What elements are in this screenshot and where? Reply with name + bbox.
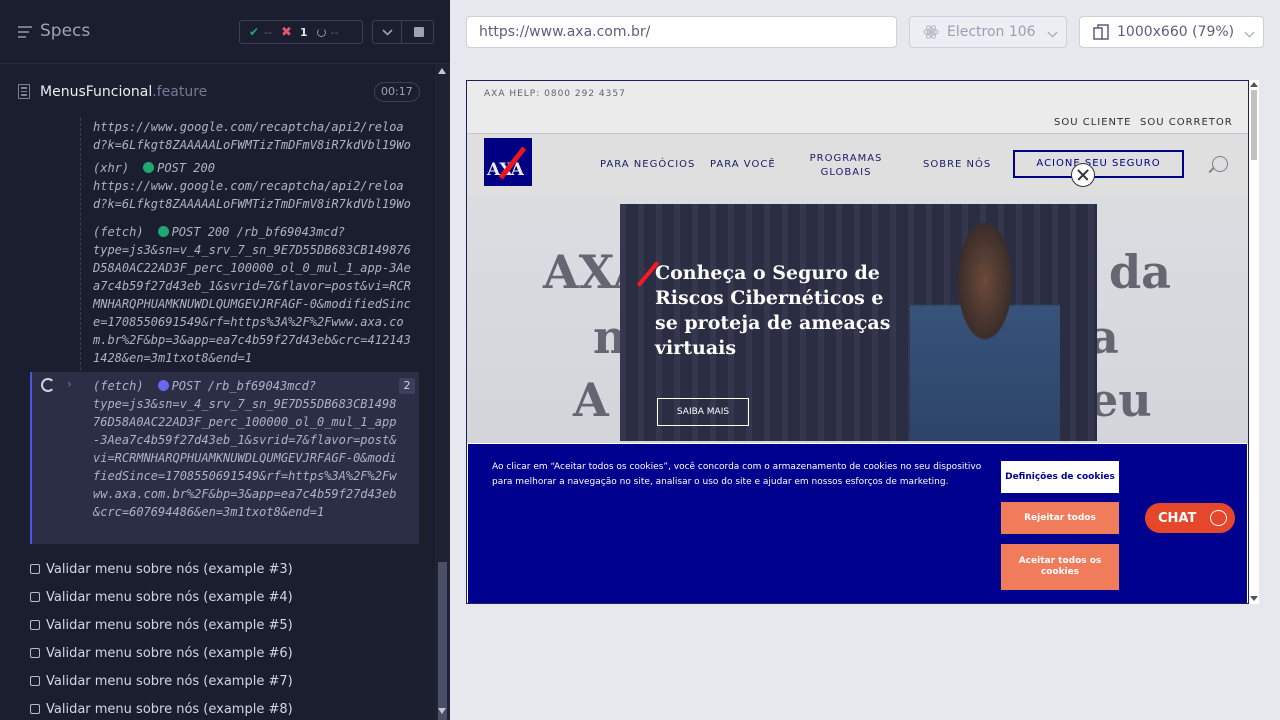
status-dot-icon bbox=[157, 380, 169, 391]
passed-stat: ✔ -- bbox=[249, 25, 273, 39]
reject-all-button[interactable]: Rejeitar todos bbox=[1001, 502, 1119, 534]
cookie-settings-button[interactable]: Definições de cookies bbox=[1001, 461, 1119, 493]
axa-logo[interactable]: AXA bbox=[484, 138, 532, 186]
scroll-thumb[interactable] bbox=[438, 562, 447, 720]
viewport-selector[interactable]: 1000x660 (79%) bbox=[1079, 16, 1264, 48]
cross-icon: ✖ bbox=[281, 24, 292, 40]
log-entry-pending[interactable]: › (fetch) POST /rb_bf69043mcd? type=js3&sn… bbox=[30, 372, 419, 544]
nav-programas-globais[interactable]: PROGRAMAS GLOBAIS bbox=[802, 152, 890, 180]
command-log: https://www.google.com/recaptcha/api2/re… bbox=[30, 118, 419, 544]
test-item[interactable]: Validar menu sobre nós (example #6) bbox=[0, 639, 432, 667]
test-item[interactable]: Validar menu sobre nós (example #8) bbox=[0, 695, 432, 720]
check-icon: ✔ bbox=[249, 25, 260, 39]
status-dot-icon bbox=[143, 162, 155, 173]
specs-title[interactable]: Specs bbox=[40, 21, 90, 41]
log-entry-xhr[interactable]: (xhr) POST 200 https://www.google.com/reca… bbox=[93, 159, 415, 213]
checkbox-icon bbox=[30, 704, 40, 714]
scroll-down-icon[interactable] bbox=[1250, 596, 1258, 601]
test-list: Validar menu sobre nós (example #3) Vali… bbox=[0, 555, 432, 720]
status-dot-icon bbox=[157, 226, 169, 237]
app-scrollbar[interactable] bbox=[1249, 80, 1259, 604]
chevron-down-icon bbox=[1244, 27, 1255, 38]
spinner-icon bbox=[316, 27, 326, 37]
reporter-scrollbar[interactable] bbox=[435, 64, 450, 720]
saiba-mais-button[interactable]: SAIBA MAIS bbox=[657, 398, 749, 426]
spec-file-name: MenusFuncional.feature bbox=[40, 84, 208, 100]
promo-title: Conheça o Seguro de Riscos Cibernéticos … bbox=[655, 262, 891, 359]
test-item[interactable]: Validar menu sobre nós (example #5) bbox=[0, 611, 432, 639]
document-icon bbox=[18, 84, 30, 99]
spec-file-row[interactable]: MenusFuncional.feature 00:17 bbox=[0, 65, 432, 117]
chat-bubble-icon bbox=[1210, 510, 1227, 526]
test-item[interactable]: Validar menu sobre nós (example #3) bbox=[0, 555, 432, 583]
accept-all-button[interactable]: Aceitar todos os cookies bbox=[1001, 544, 1119, 590]
search-icon[interactable] bbox=[1212, 156, 1228, 172]
chevron-down-icon bbox=[382, 29, 393, 36]
cookie-text: Ao clicar em “Aceitar todos os cookies”,… bbox=[492, 462, 982, 487]
close-icon[interactable] bbox=[1071, 163, 1095, 187]
loading-spinner-icon bbox=[41, 378, 55, 392]
scroll-up-icon[interactable] bbox=[1250, 82, 1258, 87]
scroll-up-icon[interactable] bbox=[438, 68, 446, 74]
nav-para-voce[interactable]: PARA VOCÊ bbox=[710, 159, 776, 170]
collapse-button[interactable] bbox=[372, 20, 402, 44]
failed-stat: ✖ 1 bbox=[281, 24, 308, 40]
browser-selector[interactable]: Electron 106 bbox=[909, 16, 1067, 48]
run-stats: ✔ -- ✖ 1 -- bbox=[239, 20, 363, 44]
count-badge: 2 bbox=[399, 378, 415, 394]
checkbox-icon bbox=[30, 648, 40, 658]
nav-sobre-nos[interactable]: SOBRE NÓS bbox=[923, 159, 991, 170]
chevron-down-icon bbox=[1047, 27, 1058, 38]
viewport-icon bbox=[1093, 24, 1109, 40]
url-input[interactable]: https://www.axa.com.br/ bbox=[466, 16, 897, 48]
checkbox-icon bbox=[30, 592, 40, 602]
scroll-thumb[interactable] bbox=[1251, 90, 1257, 160]
checkbox-icon bbox=[30, 620, 40, 630]
chevron-right-icon[interactable]: › bbox=[67, 377, 72, 391]
reporter-panel: Specs ✔ -- ✖ 1 -- MenusFuncional.feature 0… bbox=[0, 0, 450, 720]
menu-icon[interactable] bbox=[18, 26, 32, 38]
site-nav: AXA PARA NEGÓCIOS PARA VOCÊ PROGRAMAS GL… bbox=[467, 133, 1248, 195]
log-entry-fetch[interactable]: (fetch) POST 200 /rb_bf69043mcd? type=js3&… bbox=[93, 223, 415, 367]
cookie-banner: Ao clicar em “Aceitar todos os cookies”,… bbox=[467, 443, 1248, 603]
test-item[interactable]: Validar menu sobre nós (example #4) bbox=[0, 583, 432, 611]
stop-icon bbox=[414, 27, 424, 37]
pending-stat: -- bbox=[316, 26, 339, 39]
promo-photo bbox=[910, 212, 1060, 441]
specs-header: Specs ✔ -- ✖ 1 -- bbox=[0, 0, 450, 64]
promo-modal: Conheça o Seguro de Riscos Cibernéticos … bbox=[620, 204, 1097, 441]
log-entry-text: https://www.google.com/recaptcha/api2/re… bbox=[93, 120, 411, 152]
app-preview: AXA HELP: 0800 292 4357 SOU CLIENTE SOU … bbox=[466, 80, 1249, 604]
checkbox-icon bbox=[30, 564, 40, 574]
sou-cliente-link[interactable]: SOU CLIENTE bbox=[1054, 117, 1131, 128]
spec-duration: 00:17 bbox=[374, 82, 420, 102]
test-item[interactable]: Validar menu sobre nós (example #7) bbox=[0, 667, 432, 695]
stop-button[interactable] bbox=[401, 20, 434, 44]
scroll-down-icon[interactable] bbox=[438, 708, 446, 714]
help-line: AXA HELP: 0800 292 4357 bbox=[484, 89, 626, 99]
sou-corretor-link[interactable]: SOU CORRETOR bbox=[1140, 117, 1233, 128]
checkbox-icon bbox=[30, 676, 40, 686]
chat-button[interactable]: CHAT bbox=[1145, 503, 1235, 533]
nav-para-negocios[interactable]: PARA NEGÓCIOS bbox=[600, 159, 695, 170]
electron-icon bbox=[923, 25, 939, 39]
acione-seguro-button[interactable]: ACIONE SEU SEGURO bbox=[1013, 150, 1184, 178]
